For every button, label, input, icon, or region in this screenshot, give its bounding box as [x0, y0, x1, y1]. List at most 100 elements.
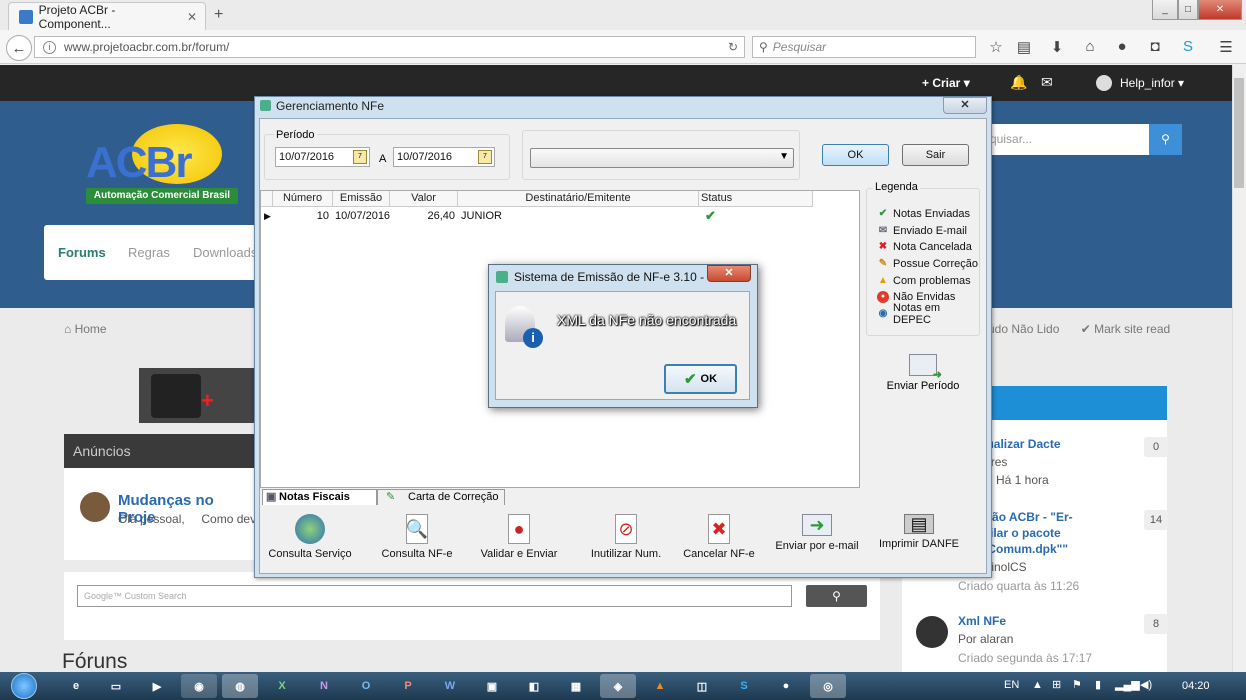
app-icon[interactable]: ▦ [558, 674, 594, 698]
filter-select[interactable]: ▼ [530, 148, 794, 168]
mail-icon[interactable]: ✉ [1041, 74, 1053, 91]
outlook-icon[interactable]: O [348, 674, 384, 698]
flag-icon[interactable]: ⚑ [1072, 678, 1082, 691]
printer-banner[interactable]: + [139, 368, 255, 423]
app-icon[interactable]: ● [768, 674, 804, 698]
back-button[interactable]: ← [6, 35, 32, 61]
media-icon[interactable]: ▶ [139, 674, 175, 698]
cell-destinatario[interactable]: JUNIOR [461, 208, 502, 224]
search-placeholder: Pesquisar [772, 40, 827, 54]
mark-read-link[interactable]: Mark site read [1094, 322, 1170, 336]
check-icon: ✔ [1080, 322, 1091, 336]
chrome-icon[interactable]: ◉ [181, 674, 217, 698]
new-tab-button[interactable]: + [214, 6, 223, 24]
enviar-email-button[interactable]: ➜ Enviar por e-mail [769, 506, 865, 552]
nav-downloads[interactable]: Downloads [193, 245, 257, 260]
google-search-input[interactable]: Google™ Custom Search [77, 585, 792, 607]
skype-icon[interactable]: S [726, 674, 762, 698]
consulta-nfe-button[interactable]: 🔍 Consulta NF-e [369, 506, 465, 560]
tray-expand-icon[interactable]: ▲ [1032, 679, 1043, 691]
app-icon[interactable]: ◧ [516, 674, 552, 698]
vlc-icon[interactable]: ▲ [642, 674, 678, 698]
validar-enviar-button[interactable]: ● Validar e Enviar [471, 506, 567, 560]
cell-numero[interactable]: 10 [273, 208, 329, 224]
exit-button[interactable]: Sair [902, 144, 969, 166]
home-icon[interactable]: ⌂ [1081, 38, 1099, 55]
warning-icon: ▲ [878, 274, 888, 286]
download-icon[interactable]: ⬇ [1048, 38, 1066, 56]
user-avatar-icon[interactable] [1096, 75, 1112, 91]
chat-icon[interactable]: ● [1113, 38, 1131, 55]
dialog-close-button[interactable]: ✕ [943, 97, 987, 114]
nfe-app-icon[interactable]: ◈ [600, 674, 636, 698]
close-tab-icon[interactable]: ✕ [187, 10, 197, 24]
signal-icon[interactable]: ▂▄▆ [1115, 678, 1140, 691]
excel-icon[interactable]: X [264, 674, 300, 698]
calendar-icon[interactable]: 7 [353, 150, 367, 164]
cell-valor[interactable]: 26,40 [390, 208, 455, 224]
column-header[interactable]: Número [273, 191, 333, 207]
acbr-logo[interactable]: ACBr Automação Comercial Brasil [86, 124, 246, 208]
volume-icon[interactable]: ◀) [1140, 678, 1152, 691]
create-button[interactable]: + Criar ▾ [922, 76, 970, 90]
onenote-icon[interactable]: N [306, 674, 342, 698]
windows-flag-icon[interactable]: ⊞ [1052, 678, 1061, 691]
skype-icon[interactable]: S [1179, 38, 1197, 55]
ie-icon[interactable]: e [58, 674, 94, 698]
browser-search-input[interactable]: ⚲ Pesquisar [752, 36, 976, 58]
date-from-input[interactable]: 10/07/2016 7 [275, 147, 370, 167]
nav-forums[interactable]: Forums [58, 245, 106, 260]
envelope-send-icon: ➜ [802, 514, 832, 536]
ok-button[interactable]: OK [822, 144, 889, 166]
url-bar[interactable]: i www.projetoacbr.com.br/forum/ ↻ [34, 36, 745, 58]
tab-carta-correcao[interactable]: ✎ Carta de Correção [377, 489, 505, 505]
send-period-button[interactable]: ➜ Enviar Período [866, 340, 980, 400]
column-header[interactable]: Valor [390, 191, 458, 207]
app-icon[interactable]: ◫ [684, 674, 720, 698]
info-icon[interactable]: i [43, 40, 56, 54]
nav-regras[interactable]: Regras [128, 245, 170, 260]
menu-icon[interactable]: ☰ [1217, 38, 1235, 56]
browser-tab[interactable]: Projeto ACBr - Component... ✕ [8, 2, 206, 31]
scrollbar-thumb[interactable] [1234, 78, 1244, 188]
folder-icon[interactable]: ▭ [98, 674, 134, 698]
start-button[interactable] [4, 672, 44, 700]
language-indicator[interactable]: EN [1004, 679, 1019, 691]
column-header[interactable]: Destinatário/Emitente [458, 191, 699, 207]
app-icon[interactable]: ◎ [810, 674, 846, 698]
reading-list-icon[interactable]: ▤ [1015, 38, 1033, 56]
message-ok-button[interactable]: ✔ OK [664, 364, 737, 394]
bookmark-star-icon[interactable]: ☆ [987, 38, 1005, 56]
column-header[interactable]: Status [699, 191, 813, 207]
message-close-button[interactable]: ✕ [707, 265, 751, 282]
date-to-input[interactable]: 10/07/2016 7 [393, 147, 495, 167]
clock[interactable]: 04:20 [1182, 680, 1210, 692]
pocket-icon[interactable]: ◘ [1146, 38, 1164, 55]
inutilizar-button[interactable]: ⊘ Inutilizar Num. [578, 506, 674, 560]
maximize-button[interactable]: □ [1178, 0, 1198, 20]
site-search-button[interactable]: ⚲ [1149, 124, 1182, 155]
recent-topic[interactable]: Xml NFe Por alaran Criado segunda às 17:… [958, 614, 1133, 665]
close-window-button[interactable]: ✕ [1198, 0, 1242, 20]
battery-icon[interactable]: ▮ [1095, 678, 1101, 691]
reload-icon[interactable]: ↻ [728, 40, 738, 54]
imprimir-danfe-button[interactable]: ▤ Imprimir DANFE [871, 506, 967, 551]
calendar-icon[interactable]: 7 [478, 150, 492, 164]
firefox-icon[interactable]: ◍ [222, 674, 258, 698]
announcement-post[interactable]: Mudanças no Proje Olá pessoal, Como dev [64, 468, 256, 560]
bell-icon[interactable]: 🔔 [1010, 74, 1027, 91]
powerpoint-icon[interactable]: P [390, 674, 426, 698]
cancelar-nfe-button[interactable]: ✖ Cancelar NF-e [671, 506, 767, 560]
word-icon[interactable]: W [432, 674, 468, 698]
unread-content-link[interactable]: údo Não Lido [988, 322, 1059, 336]
minimize-button[interactable]: _ [1152, 0, 1178, 20]
site-search-input[interactable]: quisar... [986, 124, 1149, 155]
column-header[interactable]: Emissão [333, 191, 390, 207]
breadcrumb[interactable]: ⌂ Home [64, 322, 107, 336]
user-menu[interactable]: Help_infor ▾ [1120, 76, 1184, 90]
app-icon[interactable]: ▣ [474, 674, 510, 698]
consulta-servico-button[interactable]: Consulta Serviço [262, 506, 358, 560]
tab-notas-fiscais[interactable]: ▣ Notas Fiscais [262, 489, 377, 505]
google-search-button[interactable]: ⚲ [806, 585, 867, 607]
cell-emissao[interactable]: 10/07/2016 [335, 208, 390, 224]
